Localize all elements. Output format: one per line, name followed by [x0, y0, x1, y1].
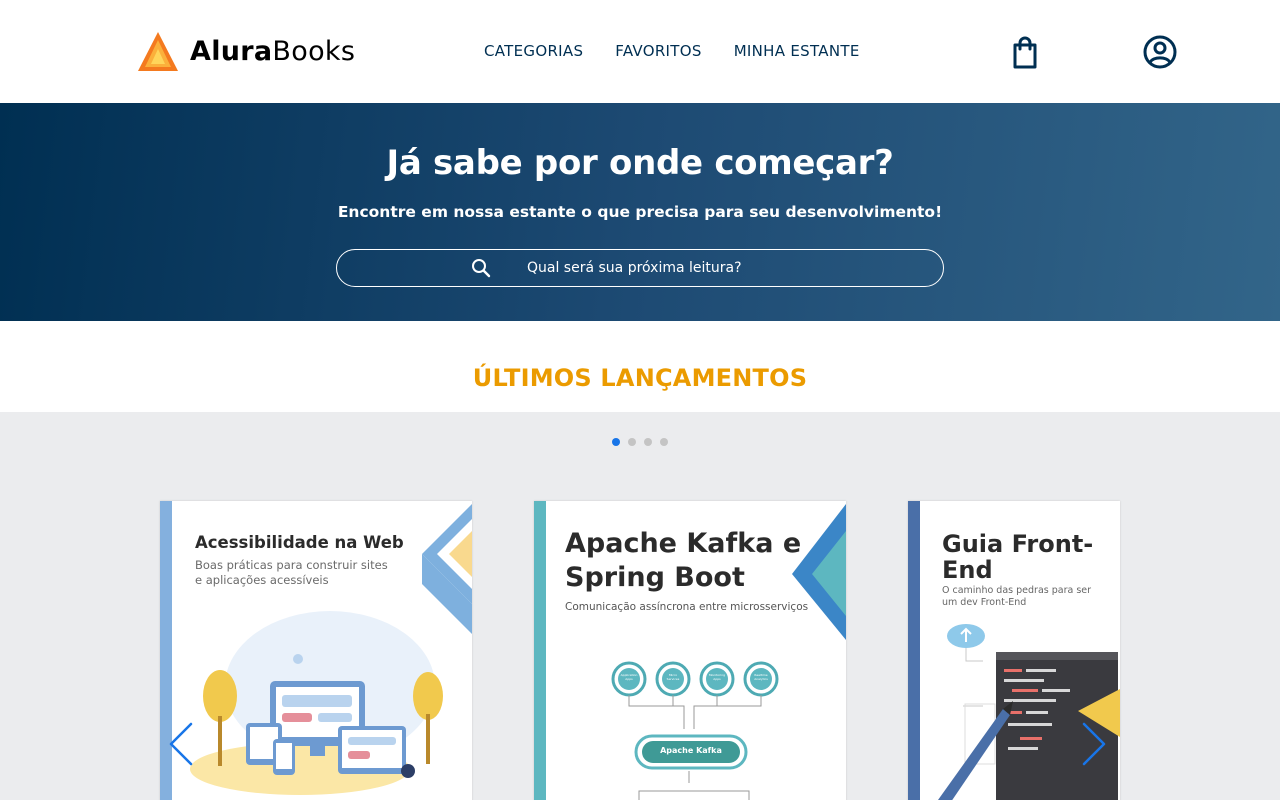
search-hero: Já sabe por onde começar? Encontre em no…: [0, 103, 1280, 321]
kafka-diagram-node-2: Micro Services: [666, 673, 680, 681]
logo-triangle-icon: [138, 32, 178, 71]
main-nav: CATEGORIAS FAVORITOS MINHA ESTANTE: [484, 42, 892, 60]
shopping-bag-icon[interactable]: [1010, 36, 1040, 70]
search-input[interactable]: [527, 258, 907, 278]
book-subtitle: Boas práticas para construir sites e apl…: [195, 558, 388, 587]
book-subtitle: Comunicação assíncrona entre microsservi…: [565, 601, 809, 613]
hero-title: Já sabe por onde começar?: [386, 143, 894, 183]
alurabooks-logo[interactable]: AluraBooks: [138, 31, 355, 71]
kafka-diagram-center: Apache Kafka: [660, 746, 722, 755]
nav-minha-estante[interactable]: MINHA ESTANTE: [734, 42, 860, 60]
site-header: AluraBooks CATEGORIAS FAVORITOS MINHA ES…: [0, 0, 1280, 103]
carousel-dot-2[interactable]: [628, 438, 636, 446]
releases-carousel: Acessibilidade na Web Boas práticas para…: [0, 412, 1280, 800]
nav-favoritos[interactable]: FAVORITOS: [615, 42, 701, 60]
releases-title: ÚLTIMOS LANÇAMENTOS: [472, 364, 808, 392]
search-box[interactable]: [336, 249, 944, 287]
book-title: Apache Kafka e Spring Boot: [565, 528, 802, 593]
carousel-dot-1[interactable]: [612, 438, 620, 446]
search-icon: [472, 259, 491, 278]
hero-subtitle: Encontre em nossa estante o que precisa …: [337, 203, 943, 221]
book-title: Acessibilidade na Web: [195, 533, 404, 552]
book-title: Guia Front-End: [942, 530, 1094, 584]
nav-categorias[interactable]: CATEGORIAS: [484, 42, 583, 60]
logo-text: AluraBooks: [190, 35, 356, 67]
carousel-dot-4[interactable]: [660, 438, 668, 446]
carousel-next-arrow-icon[interactable]: [1080, 722, 1108, 766]
book-card-acessibilidade[interactable]: Acessibilidade na Web Boas práticas para…: [160, 501, 472, 800]
kafka-diagram-node-4: Realtime Analytics: [754, 673, 768, 681]
kafka-diagram-node-3: Monitoring Apps: [708, 673, 726, 681]
book-subtitle: O caminho das pedras para ser um dev Fro…: [942, 585, 1092, 608]
book-card-apache-kafka[interactable]: Apache Kafka e Spring Boot Comunicação a…: [534, 501, 846, 800]
carousel-dot-3[interactable]: [644, 438, 652, 446]
user-account-icon[interactable]: [1142, 34, 1178, 70]
carousel-dots: [612, 438, 668, 446]
carousel-prev-arrow-icon[interactable]: [167, 722, 195, 766]
kafka-diagram-node-1: Application Apps: [620, 673, 638, 681]
